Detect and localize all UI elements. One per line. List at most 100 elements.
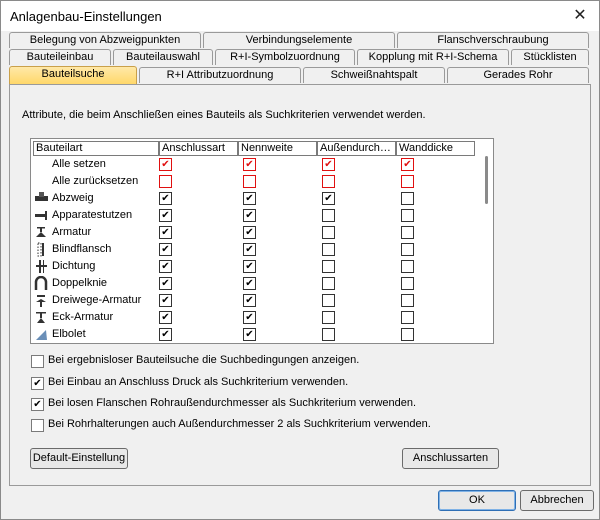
table-row[interactable]: Dichtung — [31, 258, 481, 275]
default-settings-button[interactable]: Default-Einstellung — [30, 448, 128, 469]
criteria-checkbox[interactable] — [159, 260, 172, 273]
criteria-checkbox[interactable] — [159, 328, 172, 341]
tee-branch-icon — [35, 192, 48, 201]
table-row[interactable]: Eck-Armatur — [31, 309, 481, 326]
row-label: Alle setzen — [52, 158, 106, 170]
criteria-checkbox[interactable] — [243, 260, 256, 273]
criteria-checkbox[interactable] — [322, 158, 335, 171]
table-row[interactable]: Armatur — [31, 224, 481, 241]
criteria-checkbox[interactable] — [322, 209, 335, 222]
tab-bauteilauswahl[interactable]: Bauteilauswahl — [113, 49, 213, 65]
tab-ri-attributzuordnung[interactable]: R+I Attributzuordnung — [139, 67, 301, 83]
row-label: Blindflansch — [52, 243, 112, 255]
table-row[interactable]: Dreiwege-Armatur — [31, 292, 481, 309]
column-header-anschlussart[interactable]: Anschlussart — [159, 141, 238, 156]
criteria-checkbox[interactable] — [401, 311, 414, 324]
row-label: Alle zurücksetzen — [52, 175, 139, 187]
criteria-checkbox[interactable] — [243, 277, 256, 290]
criteria-checkbox[interactable] — [243, 158, 256, 171]
criteria-checkbox[interactable] — [401, 175, 414, 188]
tab-gerades-rohr[interactable]: Gerades Rohr — [447, 67, 589, 83]
criteria-checkbox[interactable] — [322, 277, 335, 290]
criteria-checkbox[interactable] — [159, 311, 172, 324]
criteria-table: Bauteilart Anschlussart Nennweite Außend… — [30, 138, 494, 344]
option-label: Bei ergebnisloser Bauteilsuche die Suchb… — [48, 354, 360, 366]
tab-flanschverschraubung[interactable]: Flanschverschraubung — [397, 32, 589, 48]
tab-schweissnahtspalt[interactable]: Schweißnahtspalt — [303, 67, 445, 83]
criteria-checkbox[interactable] — [401, 226, 414, 239]
tab-bauteilsuche[interactable]: Bauteilsuche — [9, 66, 137, 84]
criteria-checkbox[interactable] — [322, 226, 335, 239]
tab-row-1: Belegung von Abzweigpunkten Verbindungse… — [9, 32, 591, 49]
criteria-checkbox[interactable] — [159, 209, 172, 222]
column-header-aussendurchmesser[interactable]: Außendurch… — [317, 141, 396, 156]
criteria-checkbox[interactable] — [322, 175, 335, 188]
criteria-checkbox[interactable] — [159, 158, 172, 171]
criteria-checkbox[interactable] — [322, 192, 335, 205]
criteria-checkbox[interactable] — [322, 294, 335, 307]
criteria-checkbox[interactable] — [159, 192, 172, 205]
description-text: Attribute, die beim Anschließen eines Ba… — [22, 109, 426, 121]
criteria-checkbox[interactable] — [401, 243, 414, 256]
cancel-button[interactable]: Abbrechen — [520, 490, 594, 511]
tab-stuecklisten[interactable]: Stücklisten — [511, 49, 589, 65]
checkbox[interactable] — [31, 398, 44, 411]
criteria-checkbox[interactable] — [401, 260, 414, 273]
row-label: Doppelknie — [52, 277, 108, 289]
criteria-checkbox[interactable] — [243, 243, 256, 256]
criteria-checkbox[interactable] — [159, 175, 172, 188]
table-row[interactable]: Elbolet — [31, 326, 481, 343]
criteria-checkbox[interactable] — [322, 260, 335, 273]
criteria-checkbox[interactable] — [401, 328, 414, 341]
vertical-scrollbar[interactable] — [481, 156, 492, 342]
column-header-wanddicke[interactable]: Wanddicke — [396, 141, 475, 156]
criteria-checkbox[interactable] — [322, 243, 335, 256]
tab-verbindungselemente[interactable]: Verbindungselemente — [203, 32, 395, 48]
checkbox[interactable] — [31, 419, 44, 432]
close-icon[interactable]: ✕ — [567, 5, 593, 27]
criteria-checkbox[interactable] — [243, 294, 256, 307]
criteria-checkbox[interactable] — [243, 311, 256, 324]
criteria-checkbox[interactable] — [159, 294, 172, 307]
table-row[interactable]: Alle zurücksetzen — [31, 173, 481, 190]
tab-kopplung-ri-schema[interactable]: Kopplung mit R+I-Schema — [357, 49, 509, 65]
tab-bauteileinbau[interactable]: Bauteileinbau — [9, 49, 111, 65]
checkbox[interactable] — [31, 355, 44, 368]
criteria-checkbox[interactable] — [401, 158, 414, 171]
criteria-checkbox[interactable] — [159, 277, 172, 290]
criteria-checkbox[interactable] — [243, 226, 256, 239]
criteria-checkbox[interactable] — [243, 192, 256, 205]
criteria-checkbox[interactable] — [243, 175, 256, 188]
criteria-checkbox[interactable] — [401, 209, 414, 222]
title-bar: Anlagenbau-Einstellungen ✕ — [1, 1, 599, 31]
row-label: Armatur — [52, 226, 92, 238]
ok-button[interactable]: OK — [438, 490, 516, 511]
table-row[interactable]: Abzweig — [31, 190, 481, 207]
checkbox[interactable] — [31, 377, 44, 390]
criteria-checkbox[interactable] — [159, 226, 172, 239]
tab-row-3: Bauteilsuche R+I Attributzuordnung Schwe… — [9, 66, 591, 84]
table-row[interactable]: Apparatestutzen — [31, 207, 481, 224]
criteria-checkbox[interactable] — [322, 311, 335, 324]
tab-row-2: Bauteileinbau Bauteilauswahl R+I-Symbolz… — [9, 49, 591, 66]
tab-ri-symbolzuordnung[interactable]: R+I-Symbolzuordnung — [215, 49, 355, 65]
dialog-window: Anlagenbau-Einstellungen ✕ Belegung von … — [0, 0, 600, 520]
criteria-checkbox[interactable] — [243, 328, 256, 341]
table-row[interactable]: Doppelknie — [31, 275, 481, 292]
table-row[interactable]: Blindflansch — [31, 241, 481, 258]
connection-types-button[interactable]: Anschlussarten — [402, 448, 499, 469]
column-header-bauteilart[interactable]: Bauteilart — [33, 141, 159, 156]
criteria-checkbox[interactable] — [243, 209, 256, 222]
row-label: Apparatestutzen — [52, 209, 133, 221]
criteria-checkbox[interactable] — [322, 328, 335, 341]
scrollbar-thumb[interactable] — [485, 156, 488, 204]
column-header-nennweite[interactable]: Nennweite — [238, 141, 317, 156]
tab-belegung[interactable]: Belegung von Abzweigpunkten — [9, 32, 201, 48]
criteria-checkbox[interactable] — [401, 277, 414, 290]
criteria-checkbox[interactable] — [401, 294, 414, 307]
criteria-checkbox[interactable] — [159, 243, 172, 256]
criteria-checkbox[interactable] — [401, 192, 414, 205]
double-elbow-icon — [34, 276, 48, 290]
option-label: Bei Einbau an Anschluss Druck als Suchkr… — [48, 376, 349, 388]
table-row[interactable]: Alle setzen — [31, 156, 481, 173]
